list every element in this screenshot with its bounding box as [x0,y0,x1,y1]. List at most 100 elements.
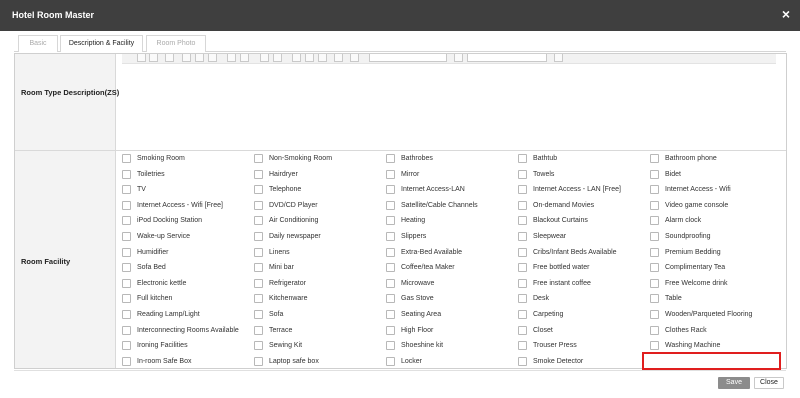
facility-checkbox[interactable] [650,325,659,335]
facility-checkbox[interactable] [386,356,395,366]
facility-checkbox[interactable] [650,154,659,163]
facility-checkbox[interactable] [254,356,263,366]
facility-checkbox[interactable] [518,247,527,257]
facility-checkbox[interactable] [122,263,131,273]
facility-checkbox[interactable] [650,169,659,179]
facility-checkbox[interactable] [122,185,131,195]
toolbar-button[interactable] [260,54,269,62]
facility-checkbox[interactable] [518,356,527,366]
toolbar-button[interactable] [182,54,191,62]
facility-checkbox[interactable] [386,247,395,257]
toolbar-button[interactable] [195,54,204,62]
facility-checkbox[interactable] [254,310,263,319]
close-icon[interactable]: × [782,7,790,21]
facility-checkbox[interactable] [518,263,527,273]
facility-checkbox[interactable] [386,325,395,335]
facility-checkbox[interactable] [386,310,395,319]
facility-checkbox[interactable] [386,185,395,195]
facility-checkbox[interactable] [650,310,659,319]
facility-checkbox[interactable] [122,294,131,304]
facility-checkbox[interactable] [386,294,395,304]
facility-checkbox[interactable] [518,185,527,195]
facility-checkbox[interactable] [254,169,263,179]
facility-checkbox[interactable] [386,341,395,351]
facility-checkbox[interactable] [518,325,527,335]
facility-checkbox[interactable] [254,278,263,288]
facility-checkbox[interactable] [518,310,527,319]
toolbar-button[interactable] [149,54,158,62]
facility-checkbox[interactable] [254,154,263,163]
facility-checkbox[interactable] [122,216,131,226]
toolbar-button[interactable] [292,54,301,62]
facility-checkbox[interactable] [518,294,527,304]
facility-checkbox[interactable] [386,263,395,273]
facility-label: Internet Access - Wifi [665,186,731,194]
facility-checkbox[interactable] [518,341,527,351]
facility-checkbox[interactable] [386,154,395,163]
facility-checkbox[interactable] [650,247,659,257]
facility-checkbox[interactable] [518,200,527,210]
facility-label: Interconnecting Rooms Available [137,326,239,334]
facility-checkbox[interactable] [386,169,395,179]
facility-checkbox[interactable] [650,232,659,241]
facility-label: Soundproofing [665,233,711,240]
facility-checkbox[interactable] [254,232,263,241]
toolbar-button[interactable] [165,54,174,62]
facility-checkbox[interactable] [386,200,395,210]
facility-checkbox[interactable] [122,232,131,241]
toolbar-button[interactable] [273,54,282,62]
tab-description-facility[interactable]: Description & Facility [60,35,143,52]
toolbar-button[interactable] [240,54,249,62]
facility-checkbox[interactable] [650,185,659,195]
tab-room-photo[interactable]: Room Photo [146,35,206,52]
facility-checkbox[interactable] [122,325,131,335]
facility-checkbox[interactable] [650,263,659,273]
facility-checkbox[interactable] [518,154,527,163]
tab-basic[interactable]: Basic [18,35,58,52]
facility-checkbox[interactable] [254,325,263,335]
facility-checkbox[interactable] [254,294,263,304]
facility-checkbox[interactable] [518,232,527,241]
toolbar-button[interactable] [227,54,236,62]
facility-checkbox[interactable] [518,216,527,226]
facility-checkbox[interactable] [254,185,263,195]
facility-checkbox[interactable] [254,216,263,226]
facility-checkbox[interactable] [122,169,131,179]
toolbar-button[interactable] [137,54,146,62]
toolbar-button[interactable] [305,54,314,62]
facility-checkbox[interactable] [386,278,395,288]
facility-checkbox[interactable] [122,341,131,351]
facility-checkbox[interactable] [254,341,263,351]
close-button[interactable]: Close [754,377,784,389]
facility-checkbox[interactable] [254,247,263,257]
facility-checkbox[interactable] [122,200,131,210]
save-button[interactable]: Save [718,377,750,389]
facility-checkbox[interactable] [254,263,263,273]
toolbar-button[interactable] [350,54,359,62]
facility-checkbox[interactable] [254,200,263,210]
facility-checkbox[interactable] [386,232,395,241]
tab-bar: Basic Description & Facility Room Photo [0,31,800,53]
facility-checkbox[interactable] [122,247,131,257]
facility-checkbox[interactable] [122,278,131,288]
room-type-description-editor[interactable] [122,64,776,148]
facility-checkbox[interactable] [386,216,395,226]
facility-checkbox[interactable] [650,341,659,351]
facility-checkbox[interactable] [650,278,659,288]
toolbar-button[interactable] [554,54,563,62]
facility-checkbox[interactable] [122,310,131,319]
facility-checkbox[interactable] [650,200,659,210]
font-size-select[interactable] [369,54,447,62]
facility-label: Slippers [401,233,427,240]
toolbar-button[interactable] [454,54,463,62]
facility-checkbox[interactable] [650,294,659,304]
toolbar-button[interactable] [318,54,327,62]
facility-checkbox[interactable] [650,216,659,226]
facility-checkbox[interactable] [518,278,527,288]
toolbar-button[interactable] [334,54,343,62]
facility-checkbox[interactable] [518,169,527,179]
toolbar-button[interactable] [208,54,217,62]
font-family-select[interactable] [467,54,547,62]
facility-checkbox[interactable] [122,356,131,366]
facility-checkbox[interactable] [122,154,131,163]
